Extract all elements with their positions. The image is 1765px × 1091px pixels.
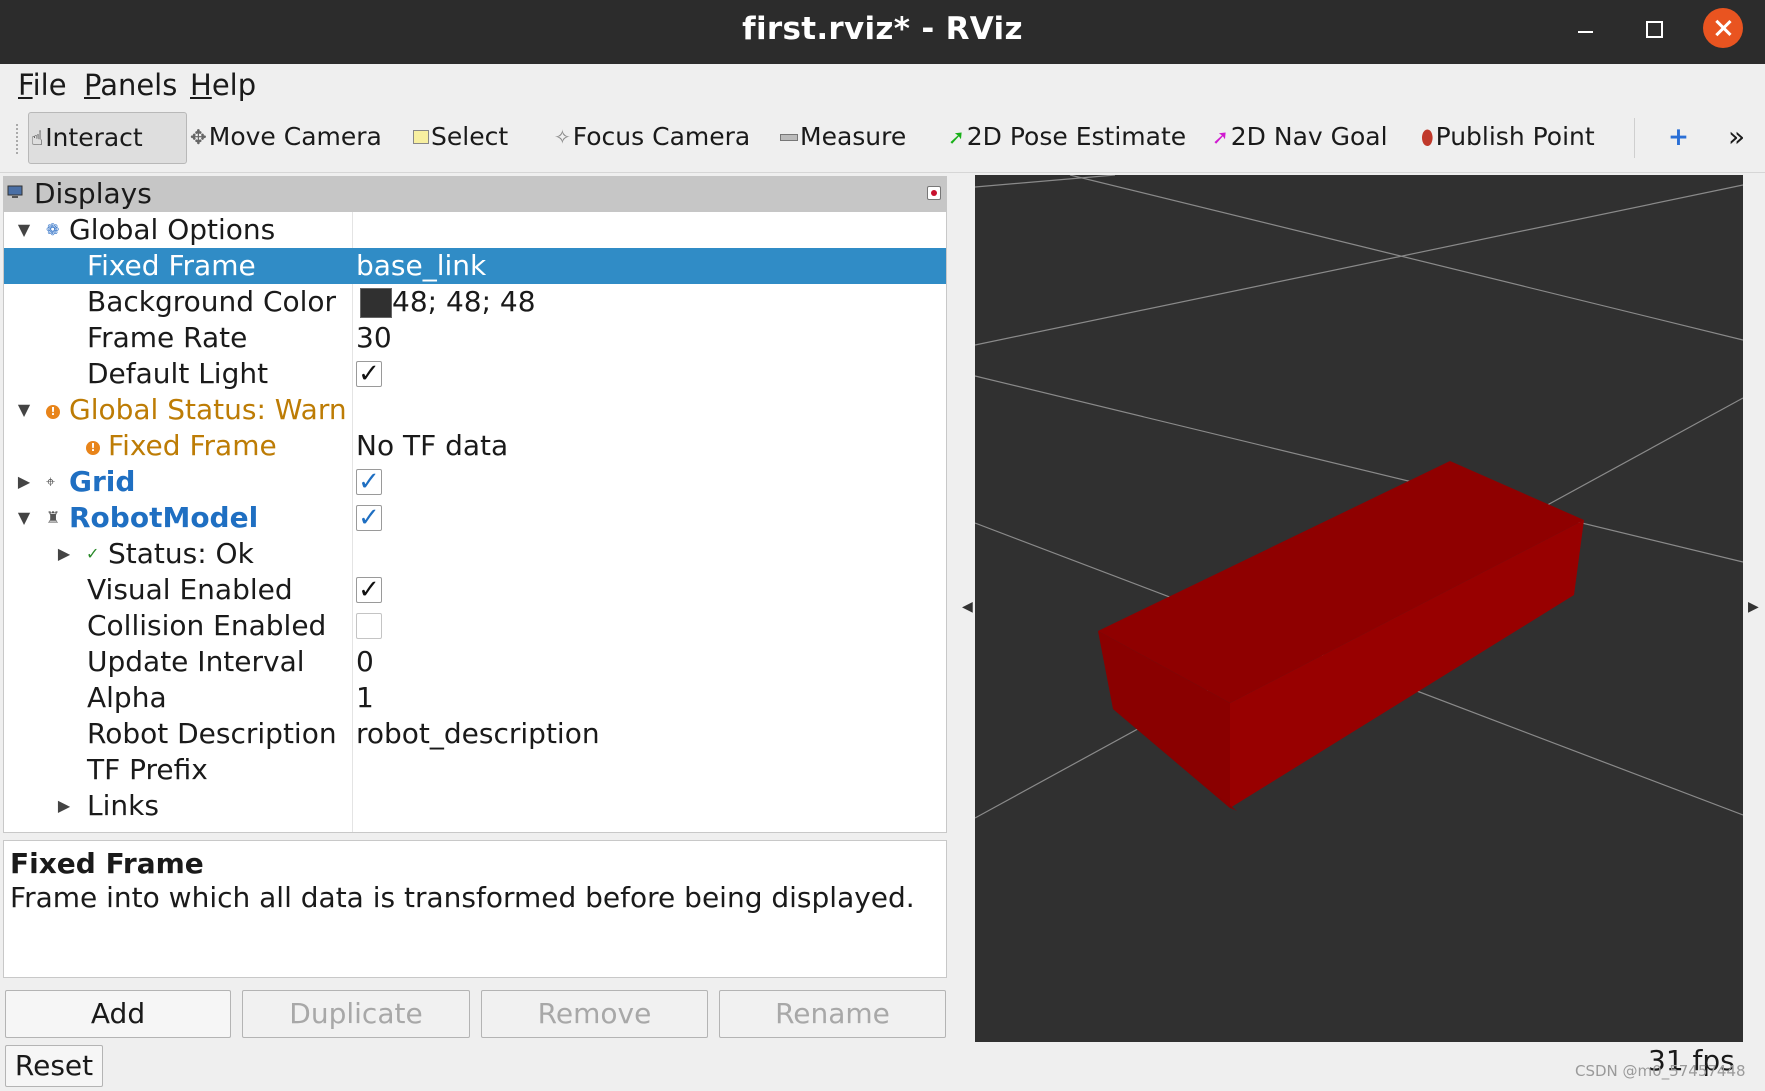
toolbar-separator: [1634, 118, 1635, 158]
tool-2d-pose-estimate[interactable]: ➚2D Pose Estimate: [948, 112, 1186, 162]
warning-icon: !: [46, 392, 60, 428]
rename-button[interactable]: Rename: [719, 990, 946, 1038]
maximize-window-button[interactable]: [1634, 10, 1674, 50]
close-panel-button[interactable]: [927, 186, 941, 200]
move-camera-icon: ✥: [190, 125, 207, 149]
measure-icon: [780, 112, 798, 162]
tree-row-global-status[interactable]: ▼ ! Global Status: Warn: [4, 392, 946, 428]
robotmodel-checkbox[interactable]: ✓: [356, 505, 382, 531]
update-interval-value[interactable]: 0: [356, 644, 374, 680]
add-tool-button[interactable]: +: [1668, 112, 1689, 162]
property-description: Fixed Frame Frame into which all data is…: [3, 840, 947, 978]
tree-row-alpha[interactable]: Alpha 1: [4, 680, 946, 716]
collapse-right-arrow-icon[interactable]: ▶: [1748, 599, 1759, 615]
check-icon: ✓: [86, 544, 100, 563]
hand-icon: ☝: [31, 126, 44, 150]
menu-panels[interactable]: Panels: [84, 68, 177, 102]
collapse-left-arrow-icon[interactable]: ◀: [962, 599, 973, 615]
menu-file[interactable]: File: [18, 68, 67, 102]
toolbar-grip[interactable]: [16, 124, 21, 154]
tree-row-background-color[interactable]: Background Color 48; 48; 48: [4, 284, 946, 320]
window-title-bar: first.rviz* - RViz: [0, 0, 1765, 64]
minimize-window-button[interactable]: [1565, 10, 1605, 50]
tool-publish-point[interactable]: ⬮Publish Point: [1421, 112, 1595, 162]
reset-button[interactable]: Reset: [5, 1045, 103, 1087]
close-window-button[interactable]: [1703, 8, 1743, 48]
tool-select[interactable]: Select: [413, 112, 508, 162]
displays-panel-header: Displays: [3, 176, 947, 212]
collapsed-arrow-icon[interactable]: ▶: [54, 536, 74, 572]
tree-row-global-options[interactable]: ▼ ❁ Global Options: [4, 212, 946, 248]
scene-canvas: [975, 175, 1743, 819]
green-arrow-icon: ➚: [948, 125, 965, 149]
collision-enabled-checkbox[interactable]: [356, 613, 382, 639]
tool-measure[interactable]: Measure: [780, 112, 906, 162]
tree-row-visual-enabled[interactable]: Visual Enabled ✓: [4, 572, 946, 608]
tool-2d-nav-goal[interactable]: ➚2D Nav Goal: [1212, 112, 1388, 162]
alpha-value[interactable]: 1: [356, 680, 374, 716]
background-color-value[interactable]: 48; 48; 48: [392, 284, 536, 320]
expanded-arrow-icon[interactable]: ▼: [14, 500, 34, 536]
default-light-checkbox[interactable]: ✓: [356, 361, 382, 387]
fixed-frame-value[interactable]: base_link: [356, 248, 486, 284]
tree-row-update-interval[interactable]: Update Interval 0: [4, 644, 946, 680]
expanded-arrow-icon[interactable]: ▼: [14, 212, 34, 248]
tree-row-robotmodel[interactable]: ▼ ♜ RobotModel ✓: [4, 500, 946, 536]
watermark-text: CSDN @m0_57457448: [1575, 1062, 1746, 1080]
grid-icon: ⌖: [46, 472, 56, 491]
tool-interact[interactable]: ☝Interact: [28, 112, 187, 164]
tree-row-robot-description[interactable]: Robot Description robot_description: [4, 716, 946, 752]
displays-panel-title: Displays: [34, 177, 152, 210]
visual-enabled-checkbox[interactable]: ✓: [356, 577, 382, 603]
select-icon: [413, 112, 429, 162]
robot-box: [1098, 461, 1584, 811]
monitor-icon: [7, 185, 23, 198]
menu-bar: File Panels Help: [0, 64, 1765, 104]
tool-bar: ☝Interact ✥Move Camera Select ✧Focus Cam…: [0, 104, 1765, 173]
tree-row-frame-rate[interactable]: Frame Rate 30: [4, 320, 946, 356]
render-viewport[interactable]: [975, 175, 1743, 1042]
collapsed-arrow-icon[interactable]: ▶: [14, 464, 34, 500]
tree-row-grid[interactable]: ▶ ⌖ Grid ✓: [4, 464, 946, 500]
duplicate-button[interactable]: Duplicate: [242, 990, 470, 1038]
warning-icon: !: [86, 428, 100, 464]
tool-focus-camera[interactable]: ✧Focus Camera: [554, 112, 750, 162]
map-pin-icon: ⬮: [1421, 125, 1434, 149]
menu-help[interactable]: Help: [190, 68, 256, 102]
frame-rate-value[interactable]: 30: [356, 320, 392, 356]
grid-checkbox[interactable]: ✓: [356, 469, 382, 495]
toolbar-overflow-button[interactable]: »: [1728, 112, 1745, 162]
tree-row-default-light[interactable]: Default Light ✓: [4, 356, 946, 392]
add-button[interactable]: Add: [5, 990, 231, 1038]
remove-button[interactable]: Remove: [481, 990, 708, 1038]
tree-row-status-fixed-frame[interactable]: ! Fixed Frame No TF data: [4, 428, 946, 464]
tree-row-status-ok[interactable]: ▶ ✓ Status: Ok: [4, 536, 946, 572]
window-title: first.rviz* - RViz: [742, 11, 1023, 47]
tree-row-collision-enabled[interactable]: Collision Enabled: [4, 608, 946, 644]
color-swatch[interactable]: [360, 288, 392, 318]
tree-row-tf-prefix[interactable]: TF Prefix: [4, 752, 946, 788]
description-text: Frame into which all data is transformed…: [10, 881, 915, 914]
tree-row-links[interactable]: ▶ Links: [4, 788, 946, 824]
collapsed-arrow-icon[interactable]: ▶: [54, 788, 74, 824]
gear-icon: ❁: [46, 220, 60, 239]
robot-icon: ♜: [46, 508, 61, 527]
magenta-arrow-icon: ➚: [1212, 125, 1229, 149]
focus-camera-icon: ✧: [554, 125, 571, 149]
tool-move-camera[interactable]: ✥Move Camera: [190, 112, 382, 162]
tree-row-fixed-frame[interactable]: Fixed Frame base_link: [4, 248, 946, 284]
description-title: Fixed Frame: [10, 847, 204, 880]
robot-description-value[interactable]: robot_description: [356, 716, 600, 752]
status-fixed-frame-value: No TF data: [356, 429, 509, 462]
displays-tree: ▼ ❁ Global Options Fixed Frame base_link…: [3, 212, 947, 833]
expanded-arrow-icon[interactable]: ▼: [14, 392, 34, 428]
